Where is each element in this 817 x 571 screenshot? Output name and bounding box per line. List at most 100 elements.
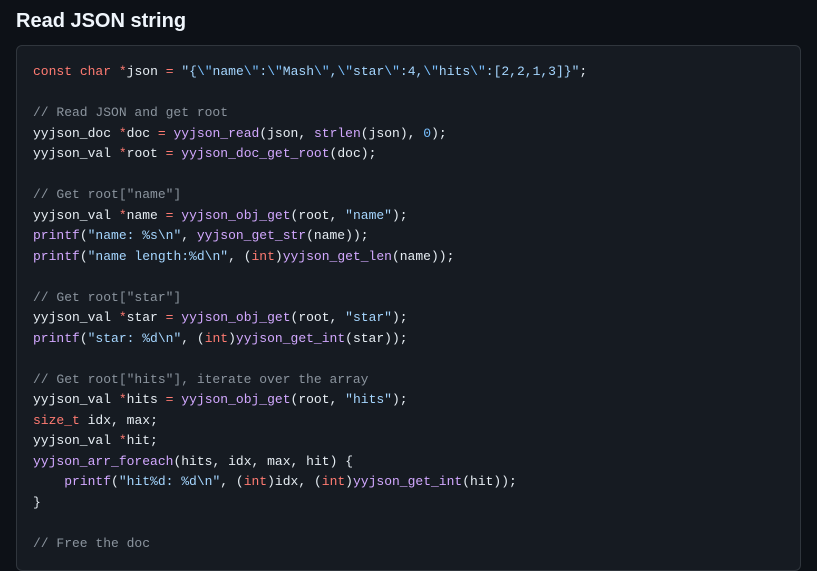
lparen: ( bbox=[345, 331, 353, 346]
id-name: name bbox=[400, 249, 431, 264]
lparen: ( bbox=[80, 228, 88, 243]
comment-read-root: // Read JSON and get root bbox=[33, 105, 228, 120]
op-star: * bbox=[119, 310, 127, 325]
semi: ; bbox=[579, 64, 587, 79]
rparen: ) bbox=[439, 249, 447, 264]
fmt-name: "name: %s\n" bbox=[88, 228, 182, 243]
type-val: yyjson_val bbox=[33, 146, 111, 161]
fn-printf: printf bbox=[33, 331, 80, 346]
id-hits: hits bbox=[127, 392, 158, 407]
num-zero: 0 bbox=[423, 126, 431, 141]
lit: star bbox=[353, 64, 384, 79]
semi: ; bbox=[361, 228, 369, 243]
lparen: ( bbox=[80, 331, 88, 346]
op-star: * bbox=[119, 208, 127, 223]
rparen: ) bbox=[392, 310, 400, 325]
kw-int: int bbox=[322, 474, 345, 489]
fmt-star: "star: %d\n" bbox=[88, 331, 182, 346]
section-title: Read JSON string bbox=[0, 0, 817, 45]
comma: , bbox=[220, 474, 228, 489]
semi: ; bbox=[400, 208, 408, 223]
id-idx: idx bbox=[275, 474, 298, 489]
lit: 4 bbox=[408, 64, 416, 79]
rparen: ) bbox=[361, 146, 369, 161]
esc: \" bbox=[267, 64, 283, 79]
fn-getroot: yyjson_doc_get_root bbox=[181, 146, 329, 161]
lparen: ( bbox=[392, 249, 400, 264]
id-root: root bbox=[127, 146, 158, 161]
fn-getlen: yyjson_get_len bbox=[283, 249, 392, 264]
id-star: star bbox=[353, 331, 384, 346]
type-val: yyjson_val bbox=[33, 310, 111, 325]
str-name: "name" bbox=[345, 208, 392, 223]
id-max: max bbox=[267, 454, 290, 469]
lparen: ( bbox=[361, 126, 369, 141]
id-hits: hits bbox=[181, 454, 212, 469]
type-sizet: size_t bbox=[33, 413, 80, 428]
json-literal: "{\"name\":\"Mash\",\"star\":4,\"hits\":… bbox=[181, 64, 579, 79]
type-val: yyjson_val bbox=[33, 392, 111, 407]
fn-objget: yyjson_obj_get bbox=[181, 392, 290, 407]
comma: , bbox=[181, 331, 189, 346]
lparen: ( bbox=[259, 126, 267, 141]
lparen: ( bbox=[197, 331, 205, 346]
op-assign: = bbox=[166, 208, 174, 223]
rparen: ) bbox=[501, 474, 509, 489]
lparen: ( bbox=[306, 228, 314, 243]
fn-read: yyjson_read bbox=[173, 126, 259, 141]
str-hits: "hits" bbox=[345, 392, 392, 407]
esc: \" bbox=[197, 64, 213, 79]
op-star: * bbox=[119, 126, 127, 141]
id-idx: idx bbox=[88, 413, 111, 428]
fn-printf: printf bbox=[33, 249, 80, 264]
rparen: ) bbox=[267, 474, 275, 489]
op-assign: = bbox=[166, 64, 174, 79]
semi: ; bbox=[447, 249, 455, 264]
kw-int: int bbox=[244, 474, 267, 489]
semi: ; bbox=[509, 474, 517, 489]
lparen: ( bbox=[80, 249, 88, 264]
semi: ; bbox=[150, 433, 158, 448]
op-assign: = bbox=[166, 146, 174, 161]
comma: , bbox=[212, 454, 220, 469]
rparen: ) bbox=[384, 331, 392, 346]
lit: : bbox=[486, 64, 494, 79]
lit: [2,2,1,3] bbox=[494, 64, 564, 79]
esc: \" bbox=[337, 64, 353, 79]
comma: , bbox=[408, 126, 416, 141]
comma: , bbox=[298, 126, 306, 141]
semi: ; bbox=[400, 331, 408, 346]
comma: , bbox=[330, 208, 338, 223]
rparen: ) bbox=[392, 392, 400, 407]
semi: ; bbox=[150, 413, 158, 428]
semi: ; bbox=[400, 392, 408, 407]
esc: \" bbox=[384, 64, 400, 79]
rparen: ) bbox=[228, 331, 236, 346]
kw-int: int bbox=[205, 331, 228, 346]
comma: , bbox=[252, 454, 260, 469]
lparen: ( bbox=[462, 474, 470, 489]
semi: ; bbox=[400, 310, 408, 325]
comma: , bbox=[330, 310, 338, 325]
semi: ; bbox=[369, 146, 377, 161]
rparen: ) bbox=[431, 249, 439, 264]
rparen: ) bbox=[431, 126, 439, 141]
id-name: name bbox=[127, 208, 158, 223]
op-assign: = bbox=[158, 126, 166, 141]
op-assign: = bbox=[166, 392, 174, 407]
lbrace: { bbox=[345, 454, 353, 469]
esc: \" bbox=[470, 64, 486, 79]
comment-free: // Free the doc bbox=[33, 536, 150, 551]
str-star: "star" bbox=[345, 310, 392, 325]
id-root: root bbox=[298, 208, 329, 223]
id-star: star bbox=[127, 310, 158, 325]
id-root: root bbox=[298, 310, 329, 325]
id-root: root bbox=[298, 392, 329, 407]
id-json: json bbox=[267, 126, 298, 141]
lit-close: }" bbox=[564, 64, 580, 79]
op-star: * bbox=[119, 64, 127, 79]
lit: : bbox=[400, 64, 408, 79]
id-hit: hit bbox=[306, 454, 329, 469]
lit: hits bbox=[439, 64, 470, 79]
lit: Mash bbox=[283, 64, 314, 79]
